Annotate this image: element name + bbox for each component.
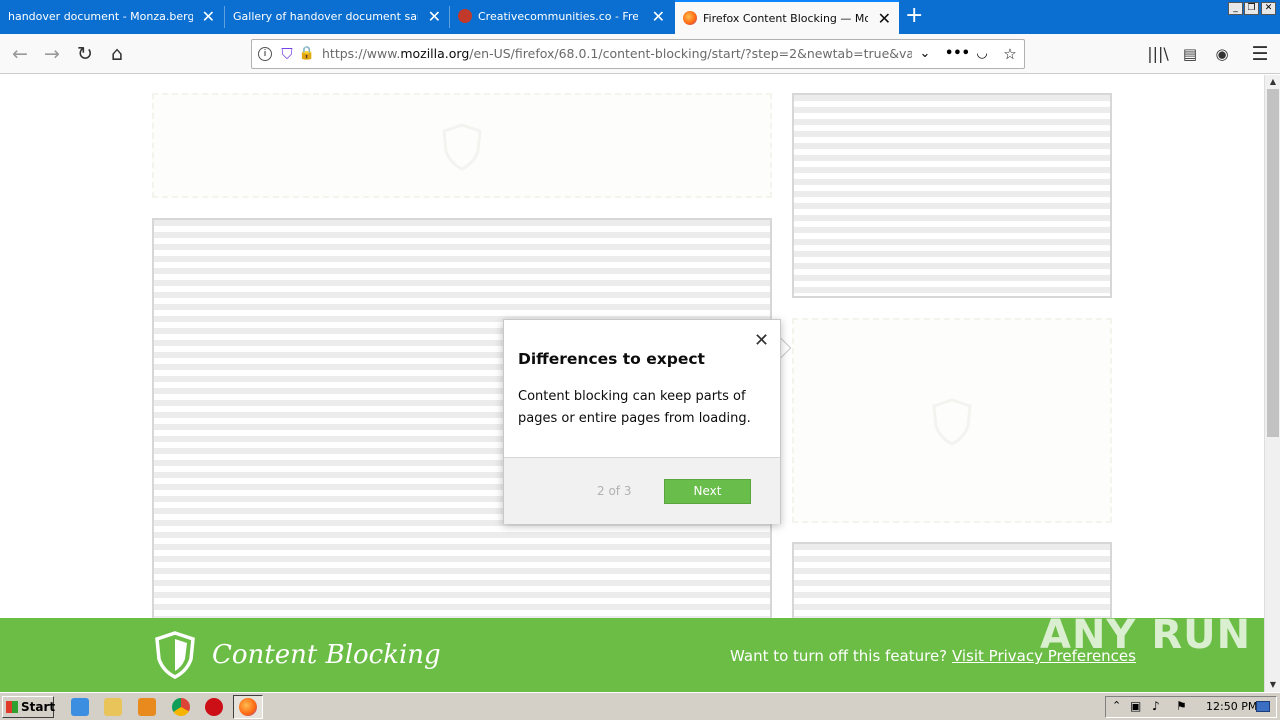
close-tab-icon[interactable]: ✕: [652, 0, 665, 34]
media-player-icon[interactable]: [138, 698, 156, 716]
tab-handover-document[interactable]: handover document - Monza.berglauf- ✕: [0, 0, 223, 34]
close-tab-icon[interactable]: ✕: [428, 0, 441, 34]
url-prefix: https://www.: [322, 46, 401, 61]
tracking-shield-icon[interactable]: ⛉: [278, 45, 296, 63]
scroll-down-icon[interactable]: ▼: [1265, 678, 1280, 692]
library-icon[interactable]: |||\: [1146, 42, 1170, 66]
chrome-icon[interactable]: [172, 698, 190, 716]
url-path: /en-US/firefox/68.0.1/content-blocking/s…: [469, 46, 912, 61]
lock-icon[interactable]: 🔒: [298, 45, 316, 63]
onboarding-popup: ✕ Differences to expect Content blocking…: [503, 319, 781, 524]
forward-icon[interactable]: →: [40, 42, 64, 66]
navigation-toolbar: ← → ↻ ⌂ i ⛉ 🔒 https://www.mozilla.org/en…: [0, 34, 1280, 74]
volume-icon[interactable]: ♪: [1152, 699, 1160, 713]
restore-window-icon[interactable]: ❐: [1244, 2, 1259, 15]
creativecommunities-icon: [458, 9, 472, 23]
banner-title: Content Blocking: [212, 640, 441, 670]
url-bar[interactable]: i ⛉ 🔒 https://www.mozilla.org/en-US/fire…: [251, 39, 1025, 69]
anyrun-watermark: ANY RUN: [1040, 612, 1252, 658]
windows-taskbar: Start ⌃ ▣ ♪ ⚑ 12:50 PM: [0, 692, 1280, 720]
tab-firefox-content-blocking[interactable]: Firefox Content Blocking — Mozilla ✕: [675, 0, 899, 34]
back-icon[interactable]: ←: [8, 42, 32, 66]
popup-title: Differences to expect: [518, 350, 705, 368]
close-tab-icon[interactable]: ✕: [878, 2, 891, 34]
popup-body: Content blocking can keep parts of pages…: [518, 389, 751, 426]
placeholder-block-side-3: [792, 542, 1112, 618]
step-indicator: 2 of 3: [597, 484, 632, 498]
tab-title: Gallery of handover document sample: [233, 10, 418, 23]
banner-prompt: Want to turn off this feature?: [730, 647, 948, 665]
page-scrollbar[interactable]: ▲ ▼: [1264, 75, 1280, 692]
url-domain: mozilla.org: [400, 46, 470, 61]
opera-icon[interactable]: [205, 698, 223, 716]
tab-strip: handover document - Monza.berglauf- ✕ Ga…: [0, 0, 1280, 34]
firefox-icon: [239, 698, 257, 716]
home-icon[interactable]: ⌂: [105, 42, 129, 66]
account-icon[interactable]: ◉: [1210, 42, 1234, 66]
tab-gallery[interactable]: Gallery of handover document sample ✕: [225, 0, 449, 34]
url-text[interactable]: https://www.mozilla.org/en-US/firefox/68…: [322, 40, 912, 68]
clock: 12:50 PM: [1206, 700, 1258, 713]
new-tab-button[interactable]: +: [905, 4, 923, 28]
scroll-up-icon[interactable]: ▲: [1265, 75, 1280, 89]
close-icon[interactable]: ✕: [754, 330, 769, 351]
close-tab-icon[interactable]: ✕: [202, 0, 215, 34]
menu-icon[interactable]: ☰: [1248, 42, 1272, 66]
firefox-icon: [683, 11, 697, 25]
popup-footer: 2 of 3 Next: [504, 457, 780, 524]
placeholder-block-side-2: [792, 318, 1112, 523]
tab-title: Creativecommunities.co - Free All: [478, 10, 638, 23]
pocket-icon[interactable]: ◡: [973, 45, 991, 63]
chevron-down-icon[interactable]: ⌄: [916, 45, 934, 63]
placeholder-block-side-1: [792, 93, 1112, 298]
network-icon[interactable]: ▣: [1130, 699, 1141, 713]
tab-title: Firefox Content Blocking — Mozilla: [703, 12, 868, 25]
action-center-flag-icon[interactable]: ⚑: [1176, 699, 1187, 713]
taskbar-firefox-button[interactable]: [233, 695, 263, 719]
minimize-window-icon[interactable]: _: [1228, 2, 1243, 15]
tab-creativecommunities[interactable]: Creativecommunities.co - Free All ✕: [450, 0, 673, 34]
tab-title: handover document - Monza.berglauf-: [8, 10, 193, 23]
bookmark-star-icon[interactable]: ☆: [1001, 45, 1019, 63]
system-tray: ⌃ ▣ ♪ ⚑ 12:50 PM: [1105, 696, 1277, 718]
file-explorer-icon[interactable]: [104, 698, 122, 716]
start-label: Start: [21, 700, 56, 714]
next-button[interactable]: Next: [664, 479, 751, 504]
shield-icon: [932, 398, 972, 446]
windows-logo-icon: [6, 701, 18, 713]
close-window-icon[interactable]: ✕: [1261, 2, 1276, 15]
internet-explorer-icon[interactable]: [71, 698, 89, 716]
sidebar-icon[interactable]: ▤: [1178, 42, 1202, 66]
reload-icon[interactable]: ↻: [73, 42, 97, 66]
scroll-thumb[interactable]: [1267, 89, 1279, 437]
page-actions-icon[interactable]: •••: [945, 45, 970, 63]
placeholder-block-top: [152, 93, 772, 198]
show-desktop-icon[interactable]: [1256, 701, 1270, 712]
info-icon[interactable]: i: [258, 47, 272, 61]
shield-icon: [442, 123, 482, 171]
shield-icon: [155, 631, 195, 679]
start-button[interactable]: Start: [2, 696, 56, 718]
show-hidden-icons-icon[interactable]: ⌃: [1112, 699, 1121, 712]
